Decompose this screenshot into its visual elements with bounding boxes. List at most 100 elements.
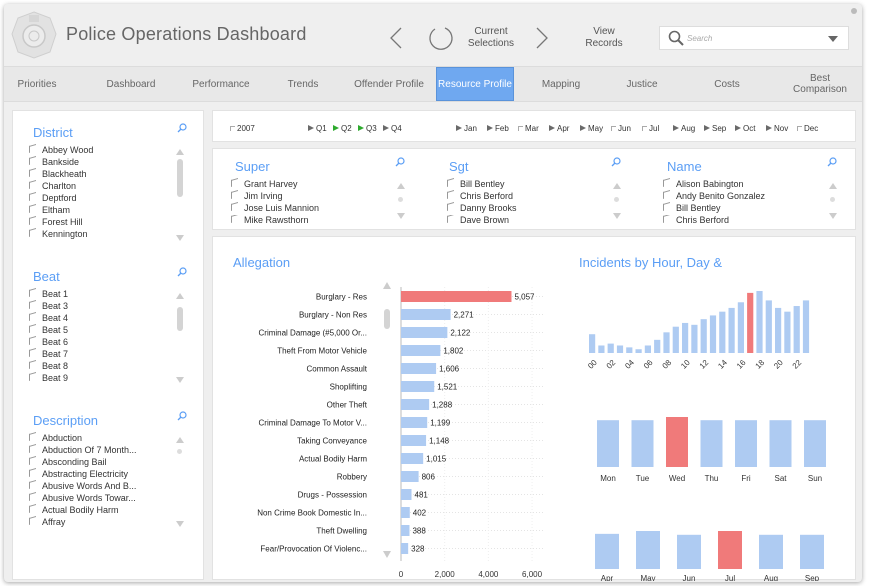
list-item[interactable]: Danny Brooks bbox=[447, 202, 517, 213]
search-icon[interactable] bbox=[177, 123, 187, 133]
list-item[interactable]: Kennington bbox=[29, 228, 88, 239]
forward-arrow-icon[interactable] bbox=[534, 26, 550, 50]
month-filter[interactable]: Apr bbox=[549, 124, 569, 133]
list-item[interactable]: Beat 1 bbox=[29, 288, 68, 299]
tab-mapping[interactable]: Mapping bbox=[528, 67, 594, 101]
quarter-filter[interactable]: Q1 bbox=[308, 124, 327, 133]
search-icon[interactable] bbox=[611, 157, 621, 167]
list-item[interactable]: Chris Berford bbox=[663, 215, 729, 225]
quarter-filter[interactable]: Q3 bbox=[358, 124, 377, 133]
settings-dot-icon[interactable] bbox=[850, 7, 858, 15]
month-filter[interactable]: Oct bbox=[735, 124, 755, 133]
month-filter[interactable]: Aug bbox=[673, 124, 695, 133]
scroll-up-arrow[interactable] bbox=[176, 149, 184, 155]
list-item[interactable]: Bill Bentley bbox=[447, 178, 505, 189]
scroll-up-arrow[interactable] bbox=[176, 293, 184, 299]
list-item[interactable]: Beat 5 bbox=[29, 324, 68, 335]
list-item[interactable]: Chris Berford bbox=[447, 190, 513, 201]
list-item[interactable]: Abduction bbox=[29, 432, 82, 443]
scroll-up-arrow[interactable] bbox=[829, 183, 837, 189]
quarter-filter[interactable]: Q4 bbox=[383, 124, 402, 133]
month-filter[interactable]: Dec bbox=[797, 124, 818, 133]
scrollbar-thumb[interactable] bbox=[177, 159, 183, 197]
list-item[interactable]: Abbey Wood bbox=[29, 144, 93, 155]
scroll-down-arrow[interactable] bbox=[613, 213, 621, 219]
list-item[interactable]: Abusive Words Towar... bbox=[29, 492, 136, 503]
month-filter[interactable]: Jan bbox=[456, 124, 477, 133]
scrollbar-thumb[interactable] bbox=[614, 197, 619, 202]
scrollbar-thumb[interactable] bbox=[177, 307, 183, 331]
scrollbar-thumb[interactable] bbox=[177, 449, 182, 454]
list-item[interactable]: Deptford bbox=[29, 192, 77, 203]
back-arrow-icon[interactable] bbox=[388, 26, 404, 50]
search-icon[interactable] bbox=[177, 411, 187, 421]
month-filter[interactable]: Jul bbox=[642, 124, 659, 133]
scroll-down-arrow[interactable] bbox=[829, 213, 837, 219]
tab-justice[interactable]: Justice bbox=[612, 67, 672, 101]
list-item[interactable]: Beat 8 bbox=[29, 360, 68, 371]
list-item[interactable]: Beat 3 bbox=[29, 300, 68, 311]
scroll-up-arrow[interactable] bbox=[613, 183, 621, 189]
scroll-down-arrow[interactable] bbox=[397, 213, 405, 219]
month-filter[interactable]: Feb bbox=[487, 124, 509, 133]
list-item[interactable]: Jose Luis Mannion bbox=[231, 202, 319, 213]
scrollbar-thumb[interactable] bbox=[830, 197, 835, 202]
list-item[interactable]: Affray bbox=[29, 516, 65, 527]
tab-trends[interactable]: Trends bbox=[270, 67, 336, 101]
list-item[interactable]: Forest Hill bbox=[29, 216, 83, 227]
list-item[interactable]: Alison Babington bbox=[663, 178, 744, 189]
list-item[interactable]: Bankside bbox=[29, 156, 79, 167]
month-filter[interactable]: Jun bbox=[611, 124, 631, 133]
tab-performance[interactable]: Performance bbox=[182, 67, 260, 101]
tab-offender-profile[interactable]: Offender Profile bbox=[354, 67, 424, 101]
scroll-up-arrow[interactable] bbox=[176, 437, 184, 443]
bar-value-label: 388 bbox=[412, 527, 426, 536]
current-selections-button[interactable]: Current Selections bbox=[460, 26, 522, 50]
scroll-up-arrow[interactable] bbox=[397, 183, 405, 189]
search-icon[interactable] bbox=[395, 157, 405, 167]
list-item[interactable]: Beat 7 bbox=[29, 348, 68, 359]
month-filter[interactable]: Mar bbox=[518, 124, 539, 133]
chevron-down-icon[interactable] bbox=[828, 36, 838, 42]
view-records-button[interactable]: View Records bbox=[574, 26, 634, 50]
refresh-icon[interactable] bbox=[426, 24, 454, 52]
list-item[interactable]: Absconding Bail bbox=[29, 456, 107, 467]
list-item[interactable]: Dave Brown bbox=[447, 215, 509, 225]
tab-costs[interactable]: Costs bbox=[694, 67, 760, 101]
list-item[interactable]: Blackheath bbox=[29, 168, 87, 179]
scroll-down-arrow[interactable] bbox=[176, 377, 184, 383]
list-item[interactable]: Actual Bodily Harm bbox=[29, 504, 119, 515]
month-filter[interactable]: Nov bbox=[766, 124, 788, 133]
list-item[interactable]: Abstracting Electricity bbox=[29, 468, 128, 479]
bar-value-label: 1,521 bbox=[437, 383, 458, 392]
list-item[interactable]: Abusive Words And B... bbox=[29, 480, 136, 491]
year-filter[interactable]: 2007 bbox=[230, 124, 255, 133]
tab-priorities[interactable]: Priorities bbox=[4, 67, 70, 101]
scrollbar-thumb[interactable] bbox=[398, 197, 403, 202]
search-input[interactable]: Search bbox=[687, 34, 712, 43]
list-item[interactable]: Andy Benito Gonzalez bbox=[663, 190, 765, 201]
scroll-down-arrow[interactable] bbox=[176, 521, 184, 527]
list-item[interactable]: Jim Irving bbox=[231, 190, 283, 201]
scroll-down-arrow[interactable] bbox=[176, 235, 184, 241]
month-filter[interactable]: May bbox=[580, 124, 603, 133]
tab-best-comparison[interactable]: Best Comparison bbox=[784, 67, 856, 101]
list-item[interactable]: Mike Rawsthorn bbox=[231, 215, 309, 225]
search-icon[interactable] bbox=[827, 157, 837, 167]
list-item[interactable]: Abduction Of 7 Month... bbox=[29, 444, 137, 455]
list-item[interactable]: Eltham bbox=[29, 204, 70, 215]
list-item[interactable]: Beat 6 bbox=[29, 336, 68, 347]
search-icon[interactable] bbox=[177, 267, 187, 277]
list-item[interactable]: Beat 9 bbox=[29, 372, 68, 383]
list-item[interactable]: Bill Bentley bbox=[663, 202, 721, 213]
month-filter[interactable]: Sep bbox=[704, 124, 726, 133]
search-box[interactable]: Search bbox=[659, 26, 849, 50]
tab-dashboard[interactable]: Dashboard bbox=[92, 67, 170, 101]
x-tick-label: 2,000 bbox=[435, 570, 456, 579]
list-item[interactable]: Grant Harvey bbox=[231, 178, 298, 189]
list-item[interactable]: Charlton bbox=[29, 180, 76, 191]
list-item[interactable]: Beat 4 bbox=[29, 312, 68, 323]
tab-resource-profile[interactable]: Resource Profile bbox=[436, 67, 514, 101]
quarter-filter[interactable]: Q2 bbox=[333, 124, 352, 133]
name-title: Name bbox=[667, 159, 702, 174]
